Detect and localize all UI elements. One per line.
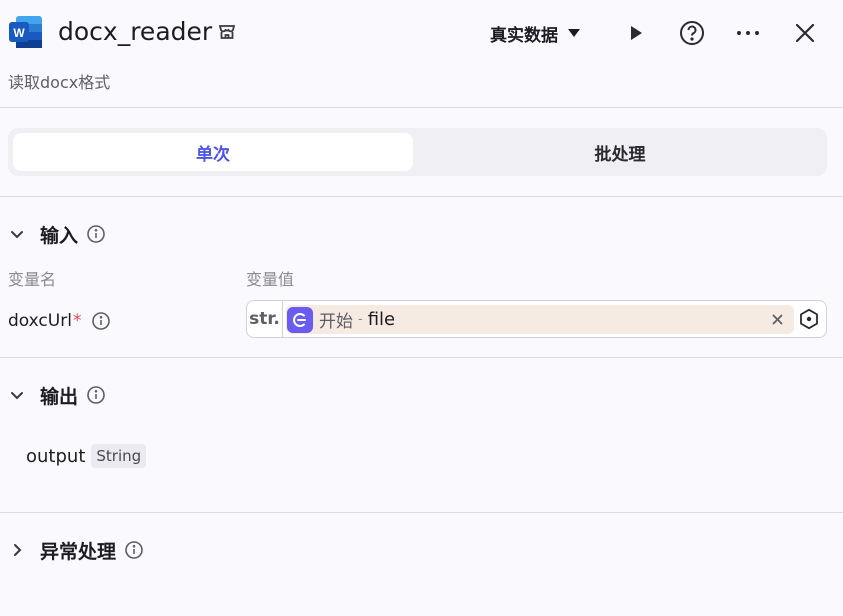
run-button[interactable] — [620, 18, 650, 48]
info-icon[interactable] — [86, 385, 106, 405]
divider — [0, 357, 843, 358]
type-tag: str. — [247, 301, 283, 337]
input-section-toggle[interactable]: 输入 — [8, 219, 106, 249]
caret-down-icon — [568, 29, 580, 37]
clear-reference-button[interactable] — [768, 310, 786, 328]
node-title: docx_reader — [58, 17, 213, 46]
param-name: doxcUrl * — [8, 308, 111, 334]
run-mode-tabs: 单次 批处理 — [8, 128, 827, 176]
divider — [0, 107, 843, 108]
exception-section-toggle[interactable]: 异常处理 — [8, 535, 144, 565]
play-icon — [631, 26, 642, 40]
input-section-title: 输入 — [40, 224, 79, 247]
tab-single[interactable]: 单次 — [13, 133, 413, 171]
variable-hexagon-icon — [800, 308, 818, 330]
close-icon — [772, 314, 782, 324]
exception-section-title: 异常处理 — [40, 540, 117, 563]
data-source-select[interactable]: 真实数据 — [490, 20, 580, 46]
tab-batch[interactable]: 批处理 — [420, 133, 820, 171]
output-field-name: output — [26, 445, 86, 467]
info-icon[interactable] — [86, 224, 106, 244]
close-icon — [795, 23, 815, 43]
variable-reference-chip[interactable]: 开始 - file — [286, 305, 794, 334]
variable-picker-button[interactable] — [798, 308, 820, 330]
ref-node-name: 开始 — [319, 312, 353, 332]
column-label-value: 变量值 — [246, 270, 295, 289]
start-node-icon — [287, 306, 313, 333]
data-source-label: 真实数据 — [490, 25, 558, 46]
more-button[interactable] — [733, 18, 763, 48]
info-icon[interactable] — [124, 540, 144, 560]
column-label-name: 变量名 — [8, 270, 57, 289]
chevron-down-icon — [11, 392, 23, 400]
divider — [0, 196, 843, 197]
more-icon — [737, 31, 759, 35]
output-section-title: 输出 — [40, 385, 79, 408]
chevron-down-icon — [11, 231, 23, 239]
info-icon[interactable] — [91, 311, 111, 331]
help-button[interactable] — [677, 18, 707, 48]
output-field: output String — [26, 443, 147, 469]
param-name-label: doxcUrl — [8, 311, 72, 331]
output-field-type: String — [91, 444, 147, 468]
help-icon — [680, 21, 704, 45]
chevron-right-icon — [14, 544, 22, 556]
svg-text:W: W — [13, 26, 25, 40]
required-mark: * — [72, 311, 82, 331]
divider — [0, 512, 843, 513]
ref-separator: - — [358, 312, 363, 327]
store-icon[interactable] — [217, 22, 237, 42]
node-header: W docx_reader 真实数据 读取docx格式 — [0, 0, 843, 92]
ref-field-name: file — [367, 309, 396, 330]
node-description: 读取docx格式 — [8, 73, 111, 92]
param-value-field[interactable]: str. 开始 - file — [246, 300, 827, 338]
word-app-icon: W — [8, 14, 44, 50]
close-button[interactable] — [790, 18, 820, 48]
output-section-toggle[interactable]: 输出 — [8, 380, 106, 410]
